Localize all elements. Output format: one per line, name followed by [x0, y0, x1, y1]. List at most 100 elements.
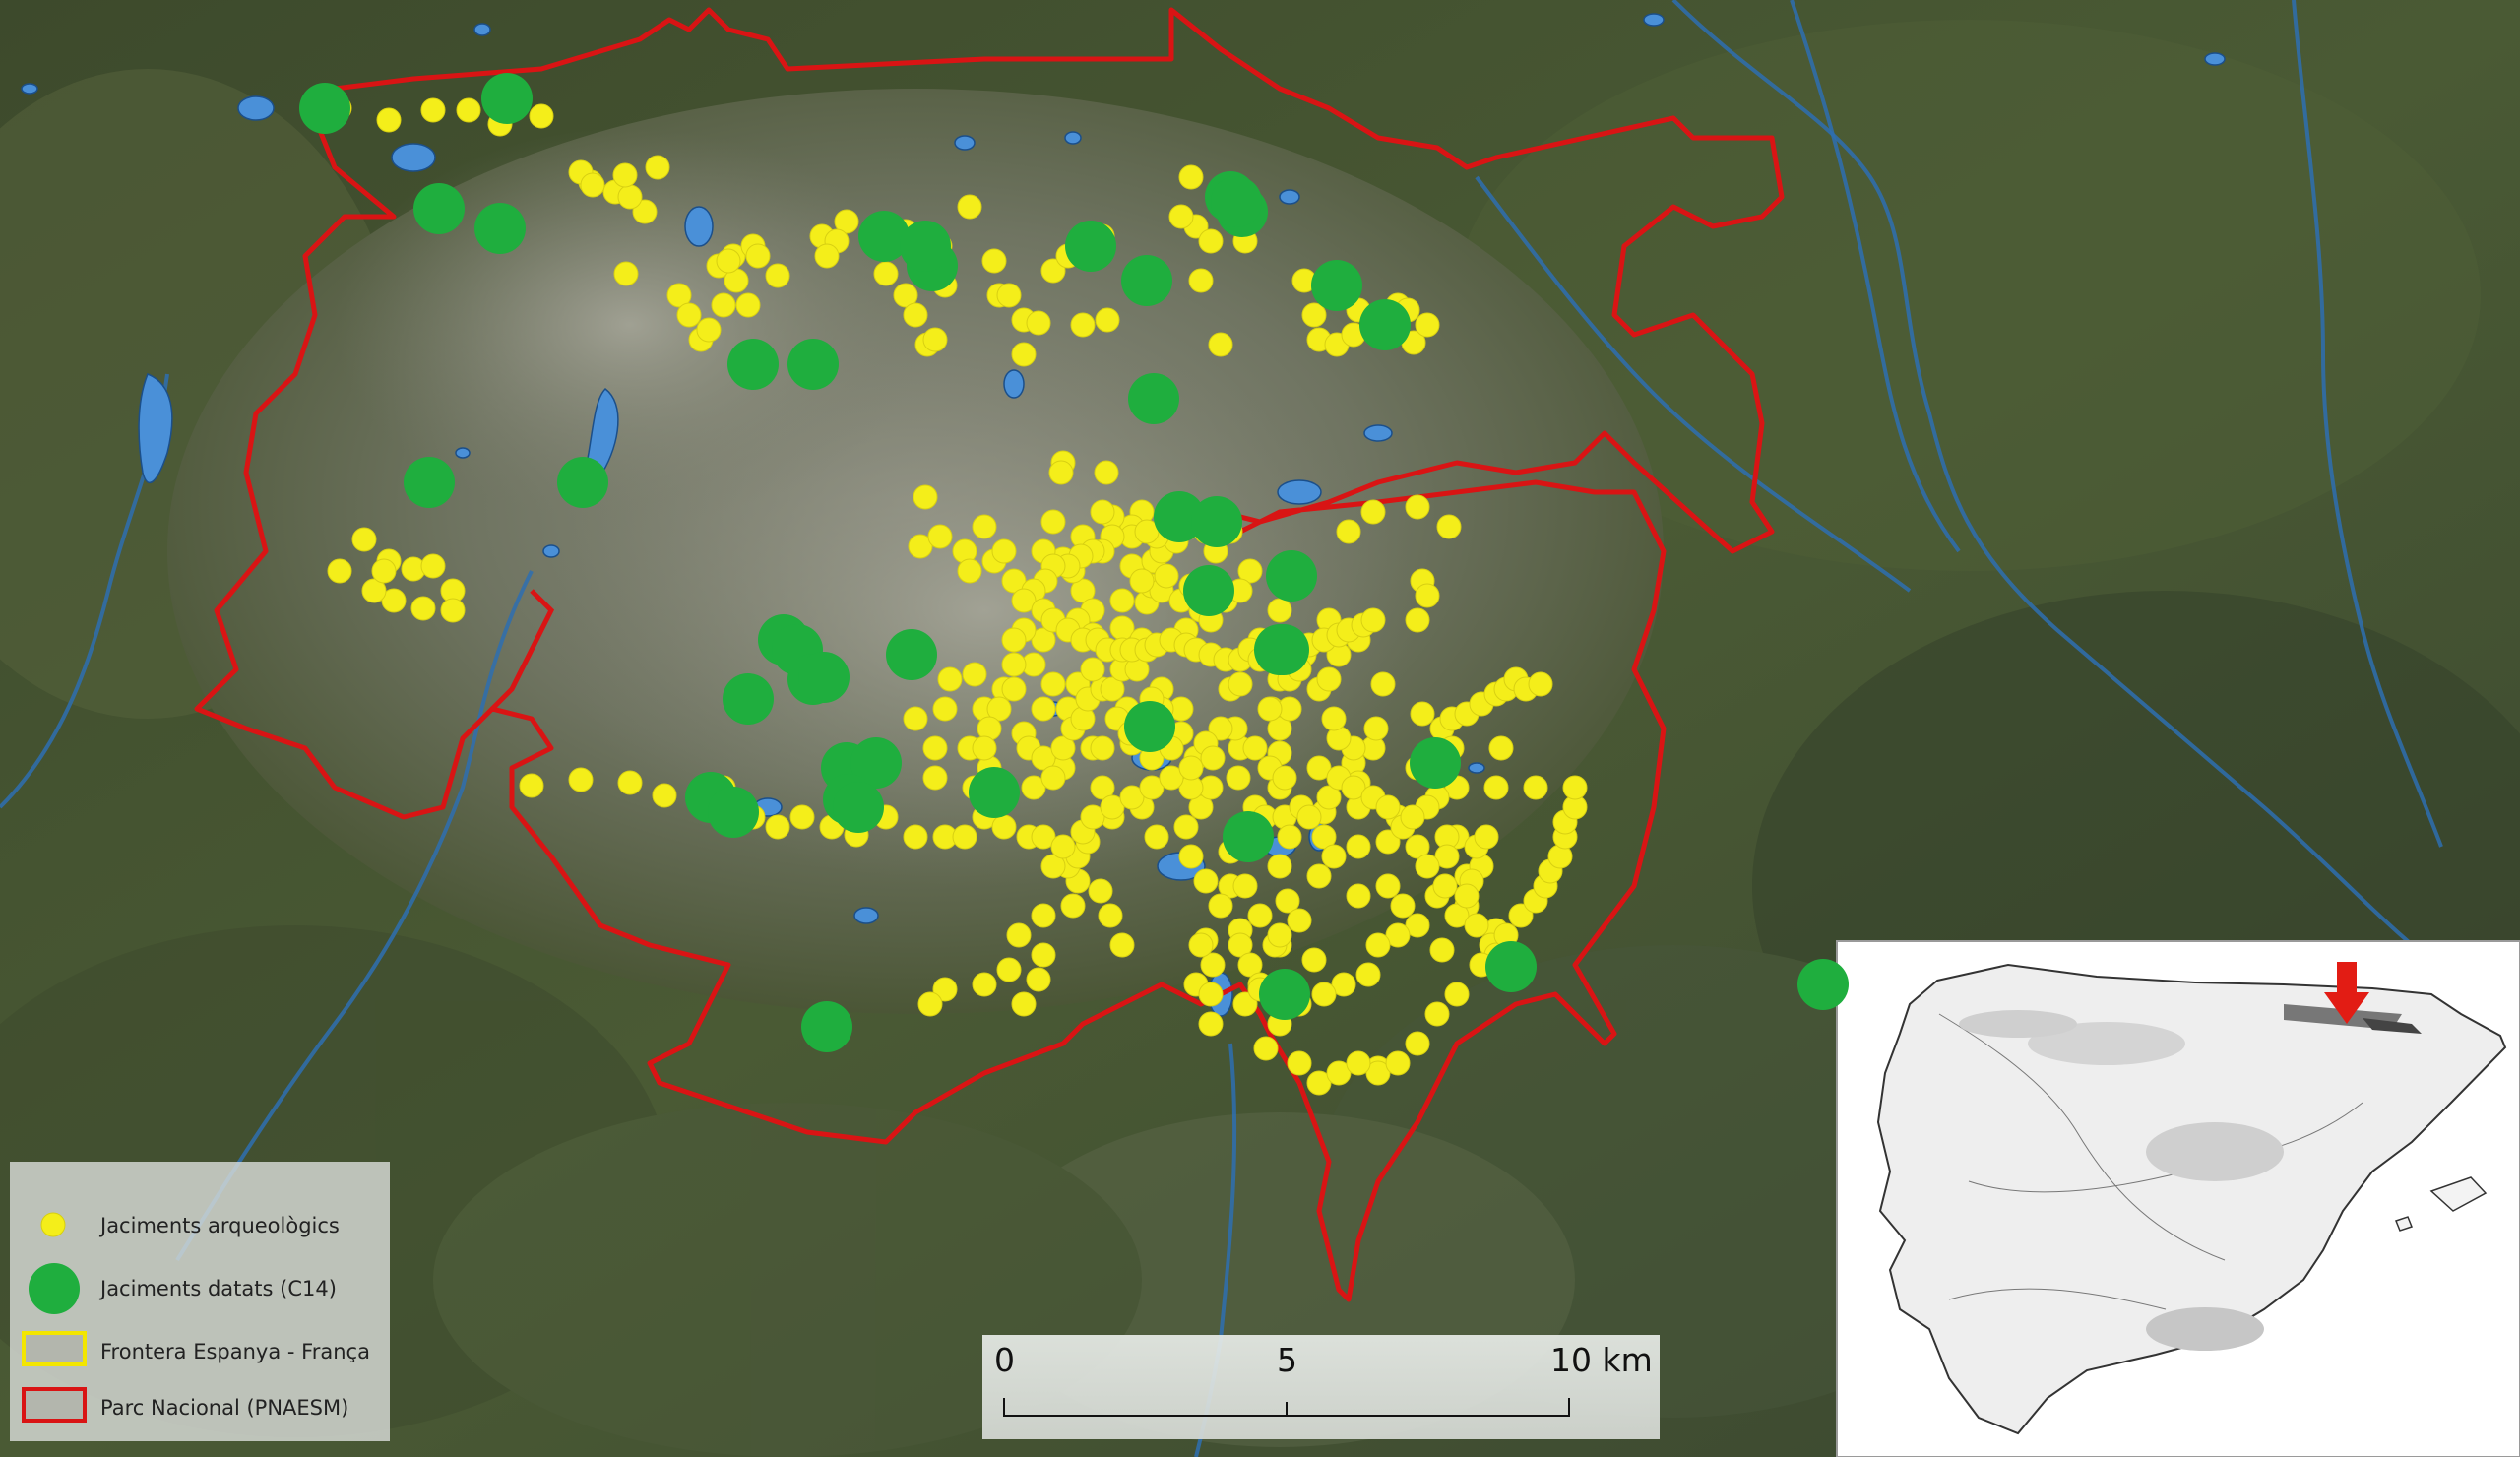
- dated-site-marker[interactable]: [413, 183, 465, 234]
- site-marker[interactable]: [1178, 755, 1204, 781]
- site-marker[interactable]: [652, 783, 677, 808]
- site-marker[interactable]: [1188, 268, 1214, 293]
- site-marker[interactable]: [1080, 657, 1105, 682]
- dated-site-marker[interactable]: [481, 73, 533, 124]
- site-marker[interactable]: [765, 814, 790, 840]
- site-marker[interactable]: [1464, 913, 1489, 938]
- site-marker[interactable]: [1090, 499, 1115, 525]
- site-marker[interactable]: [1267, 922, 1292, 948]
- site-marker[interactable]: [1365, 932, 1391, 958]
- site-marker[interactable]: [1272, 765, 1297, 791]
- site-marker[interactable]: [1232, 873, 1258, 899]
- site-marker[interactable]: [1390, 893, 1416, 919]
- site-marker[interactable]: [1277, 824, 1302, 850]
- site-marker[interactable]: [456, 97, 481, 123]
- site-marker[interactable]: [1301, 947, 1327, 973]
- site-marker[interactable]: [1193, 868, 1219, 894]
- site-marker[interactable]: [1375, 794, 1401, 820]
- site-marker[interactable]: [1144, 824, 1169, 850]
- site-marker[interactable]: [1040, 509, 1066, 535]
- dated-site-marker[interactable]: [1485, 941, 1537, 992]
- site-marker[interactable]: [580, 172, 605, 198]
- site-marker[interactable]: [972, 972, 997, 997]
- site-marker[interactable]: [1415, 854, 1440, 879]
- site-marker[interactable]: [913, 484, 938, 510]
- site-marker[interactable]: [1410, 701, 1435, 727]
- site-marker[interactable]: [1173, 814, 1199, 840]
- site-marker[interactable]: [1424, 1001, 1450, 1027]
- site-marker[interactable]: [991, 814, 1017, 840]
- site-marker[interactable]: [1336, 519, 1361, 544]
- site-marker[interactable]: [1562, 775, 1588, 800]
- site-marker[interactable]: [1405, 494, 1430, 520]
- site-marker[interactable]: [1228, 671, 1253, 697]
- site-marker[interactable]: [420, 553, 446, 579]
- site-marker[interactable]: [1247, 903, 1273, 928]
- site-marker[interactable]: [1306, 863, 1332, 889]
- site-marker[interactable]: [814, 243, 840, 269]
- site-marker[interactable]: [1287, 1050, 1312, 1076]
- site-marker[interactable]: [1198, 228, 1224, 254]
- site-marker[interactable]: [410, 596, 436, 621]
- site-marker[interactable]: [1031, 696, 1056, 722]
- site-marker[interactable]: [1011, 991, 1037, 1017]
- site-marker[interactable]: [903, 706, 928, 731]
- dated-site-marker[interactable]: [1311, 260, 1362, 311]
- site-marker[interactable]: [1528, 671, 1553, 697]
- site-marker[interactable]: [1429, 937, 1455, 963]
- site-marker[interactable]: [873, 261, 899, 286]
- site-marker[interactable]: [927, 524, 953, 549]
- site-marker[interactable]: [1321, 844, 1347, 869]
- site-marker[interactable]: [1432, 873, 1458, 899]
- site-marker[interactable]: [957, 558, 982, 584]
- site-marker[interactable]: [789, 804, 815, 830]
- site-marker[interactable]: [996, 283, 1022, 308]
- site-marker[interactable]: [613, 261, 639, 286]
- dated-site-marker[interactable]: [1259, 969, 1310, 1020]
- dated-site-marker[interactable]: [1065, 221, 1116, 272]
- site-marker[interactable]: [1109, 932, 1135, 958]
- site-marker[interactable]: [711, 292, 736, 318]
- site-marker[interactable]: [1154, 563, 1179, 589]
- site-marker[interactable]: [1360, 499, 1386, 525]
- dated-site-marker[interactable]: [708, 787, 759, 838]
- site-marker[interactable]: [1001, 627, 1027, 653]
- site-marker[interactable]: [932, 696, 958, 722]
- site-marker[interactable]: [1040, 671, 1066, 697]
- site-marker[interactable]: [1321, 706, 1347, 731]
- site-marker[interactable]: [1415, 583, 1440, 608]
- site-marker[interactable]: [981, 248, 1007, 274]
- site-marker[interactable]: [745, 243, 771, 269]
- site-marker[interactable]: [1026, 967, 1051, 992]
- site-marker[interactable]: [996, 957, 1022, 982]
- site-marker[interactable]: [1188, 932, 1214, 958]
- site-marker[interactable]: [991, 538, 1017, 564]
- site-marker[interactable]: [645, 155, 670, 180]
- site-marker[interactable]: [1253, 1036, 1279, 1061]
- dated-site-marker[interactable]: [557, 457, 608, 508]
- dated-site-marker[interactable]: [1266, 550, 1317, 602]
- dated-site-marker[interactable]: [1254, 624, 1305, 675]
- dated-site-marker[interactable]: [1359, 299, 1411, 350]
- dated-site-marker[interactable]: [404, 457, 455, 508]
- site-marker[interactable]: [1109, 588, 1135, 613]
- site-marker[interactable]: [1405, 607, 1430, 633]
- site-marker[interactable]: [1436, 514, 1462, 539]
- site-marker[interactable]: [1168, 204, 1194, 229]
- dated-site-marker[interactable]: [886, 629, 937, 680]
- dated-site-marker[interactable]: [969, 767, 1020, 818]
- dated-site-marker[interactable]: [833, 782, 884, 833]
- site-marker[interactable]: [1444, 982, 1470, 1007]
- site-marker[interactable]: [1098, 903, 1123, 928]
- site-marker[interactable]: [765, 263, 790, 288]
- site-marker[interactable]: [1031, 942, 1056, 968]
- site-marker[interactable]: [327, 558, 352, 584]
- site-marker[interactable]: [1200, 745, 1226, 771]
- dated-site-marker[interactable]: [723, 673, 774, 725]
- site-marker[interactable]: [1094, 460, 1119, 485]
- dated-site-marker[interactable]: [1124, 701, 1175, 752]
- site-marker[interactable]: [1370, 671, 1396, 697]
- site-marker[interactable]: [1060, 893, 1086, 919]
- dated-site-marker[interactable]: [1128, 373, 1179, 424]
- dated-site-marker[interactable]: [1223, 811, 1274, 862]
